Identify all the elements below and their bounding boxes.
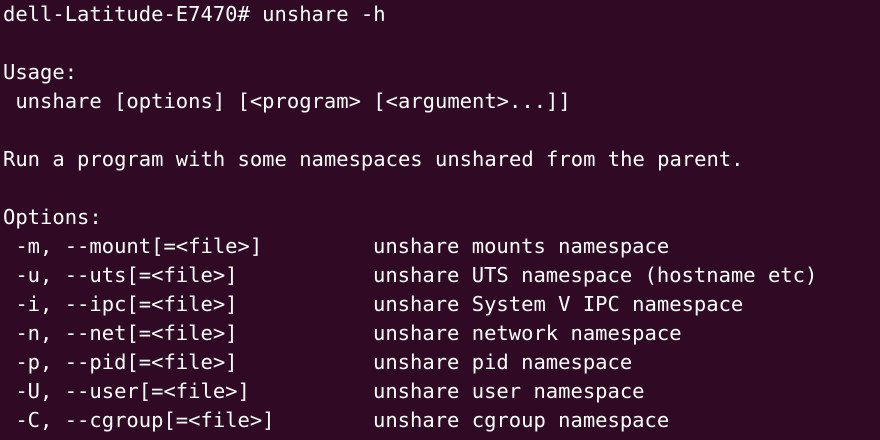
option-description: unshare System V IPC namespace	[373, 292, 744, 316]
option-flag: -U, --user[=<file>]	[3, 379, 250, 403]
option-flag: -n, --net[=<file>]	[3, 321, 238, 345]
description-line: Run a program with some namespaces unsha…	[3, 147, 744, 171]
option-description: unshare pid namespace	[373, 350, 633, 374]
option-row: -n, --net[=<file>] unshare network namesp…	[3, 319, 880, 348]
options-heading: Options:	[3, 205, 102, 229]
option-flag: -C, --cgroup[=<file>]	[3, 408, 275, 432]
option-flag: -u, --uts[=<file>]	[3, 263, 238, 287]
option-description: unshare cgroup namespace	[373, 408, 670, 432]
option-description: unshare mounts namespace	[373, 234, 670, 258]
option-row: -C, --cgroup[=<file>] unshare cgroup name…	[3, 406, 880, 435]
option-flag: -i, --ipc[=<file>]	[3, 292, 238, 316]
option-row: -U, --user[=<file>] unshare user namespac…	[3, 377, 880, 406]
terminal-window[interactable]: dell-Latitude-E7470# unshare -h Usage: u…	[0, 0, 880, 440]
usage-heading: Usage:	[3, 60, 78, 84]
option-description: unshare UTS namespace (hostname etc)	[373, 263, 818, 287]
option-flag: -m, --mount[=<file>]	[3, 234, 263, 258]
option-row: -p, --pid[=<file>] unshare pid namespace	[3, 348, 880, 377]
option-flag: -p, --pid[=<file>]	[3, 350, 238, 374]
option-row: -m, --mount[=<file>] unshare mounts names…	[3, 232, 880, 261]
option-description: unshare network namespace	[373, 321, 682, 345]
option-row: -u, --uts[=<file>] unshare UTS namespace …	[3, 261, 880, 290]
usage-line: unshare [options] [<program> [<argument>…	[3, 89, 571, 113]
option-row: -i, --ipc[=<file>] unshare System V IPC n…	[3, 290, 880, 319]
option-description: unshare user namespace	[373, 379, 645, 403]
command-prompt-line: dell-Latitude-E7470# unshare -h	[3, 2, 386, 26]
